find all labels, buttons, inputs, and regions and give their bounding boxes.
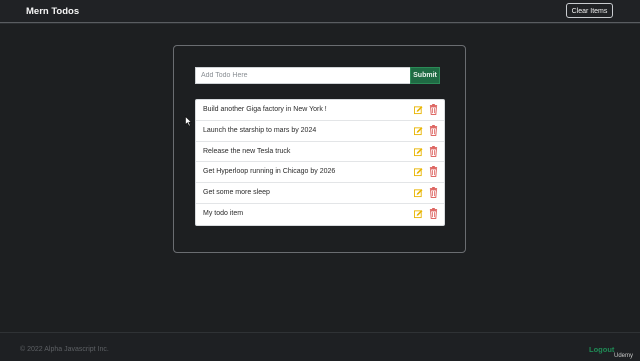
pencil-square-icon[interactable] xyxy=(414,209,423,219)
todo-item: My todo item xyxy=(196,204,444,225)
submit-button[interactable]: Submit xyxy=(410,67,440,84)
trash-icon[interactable] xyxy=(429,104,438,115)
copyright-text: © 2022 Alpha Javascript Inc. xyxy=(20,346,109,353)
todo-input[interactable] xyxy=(195,67,410,84)
todo-item-text: Get some more sleep xyxy=(203,189,270,197)
logout-link[interactable]: Logout xyxy=(589,345,614,354)
footer: © 2022 Alpha Javascript Inc. Logout Udem… xyxy=(0,332,640,361)
todo-item-text: My todo item xyxy=(203,209,244,217)
trash-icon[interactable] xyxy=(429,145,438,157)
todo-item-text: Release the new Tesla truck xyxy=(203,147,291,155)
pencil-square-icon[interactable] xyxy=(414,188,423,198)
trash-icon[interactable] xyxy=(429,124,438,136)
trash-icon[interactable] xyxy=(429,166,438,178)
trash-icon[interactable] xyxy=(429,208,438,219)
todo-item: Release the new Tesla truck xyxy=(196,142,444,163)
brand-title[interactable]: Mern Todos xyxy=(26,6,79,17)
todo-item: Get Hyperloop running in Chicago by 2026 xyxy=(196,162,444,184)
pencil-square-icon[interactable] xyxy=(414,105,423,115)
todo-item-text: Get Hyperloop running in Chicago by 2026 xyxy=(203,168,336,176)
pencil-square-icon[interactable] xyxy=(414,167,423,177)
pencil-square-icon[interactable] xyxy=(414,147,423,157)
todo-item-text: Build another Giga factory in New York ! xyxy=(203,106,327,113)
pencil-square-icon[interactable] xyxy=(414,126,423,136)
todo-item: Build another Giga factory in New York ! xyxy=(196,100,444,121)
clear-items-button[interactable]: Clear Items xyxy=(566,3,613,18)
todo-list: Build another Giga factory in New York !… xyxy=(195,99,445,226)
todo-item: Launch the starship to mars by 2024 xyxy=(196,121,444,142)
add-todo-form: Submit xyxy=(195,67,445,84)
todo-item-text: Launch the starship to mars by 2024 xyxy=(203,126,317,134)
navbar: Mern Todos Clear Items xyxy=(0,0,640,23)
trash-icon[interactable] xyxy=(429,187,438,199)
udemy-watermark: Udemy xyxy=(614,353,634,359)
todo-item: Get some more sleep xyxy=(196,183,444,204)
mouse-cursor-icon xyxy=(185,116,192,127)
